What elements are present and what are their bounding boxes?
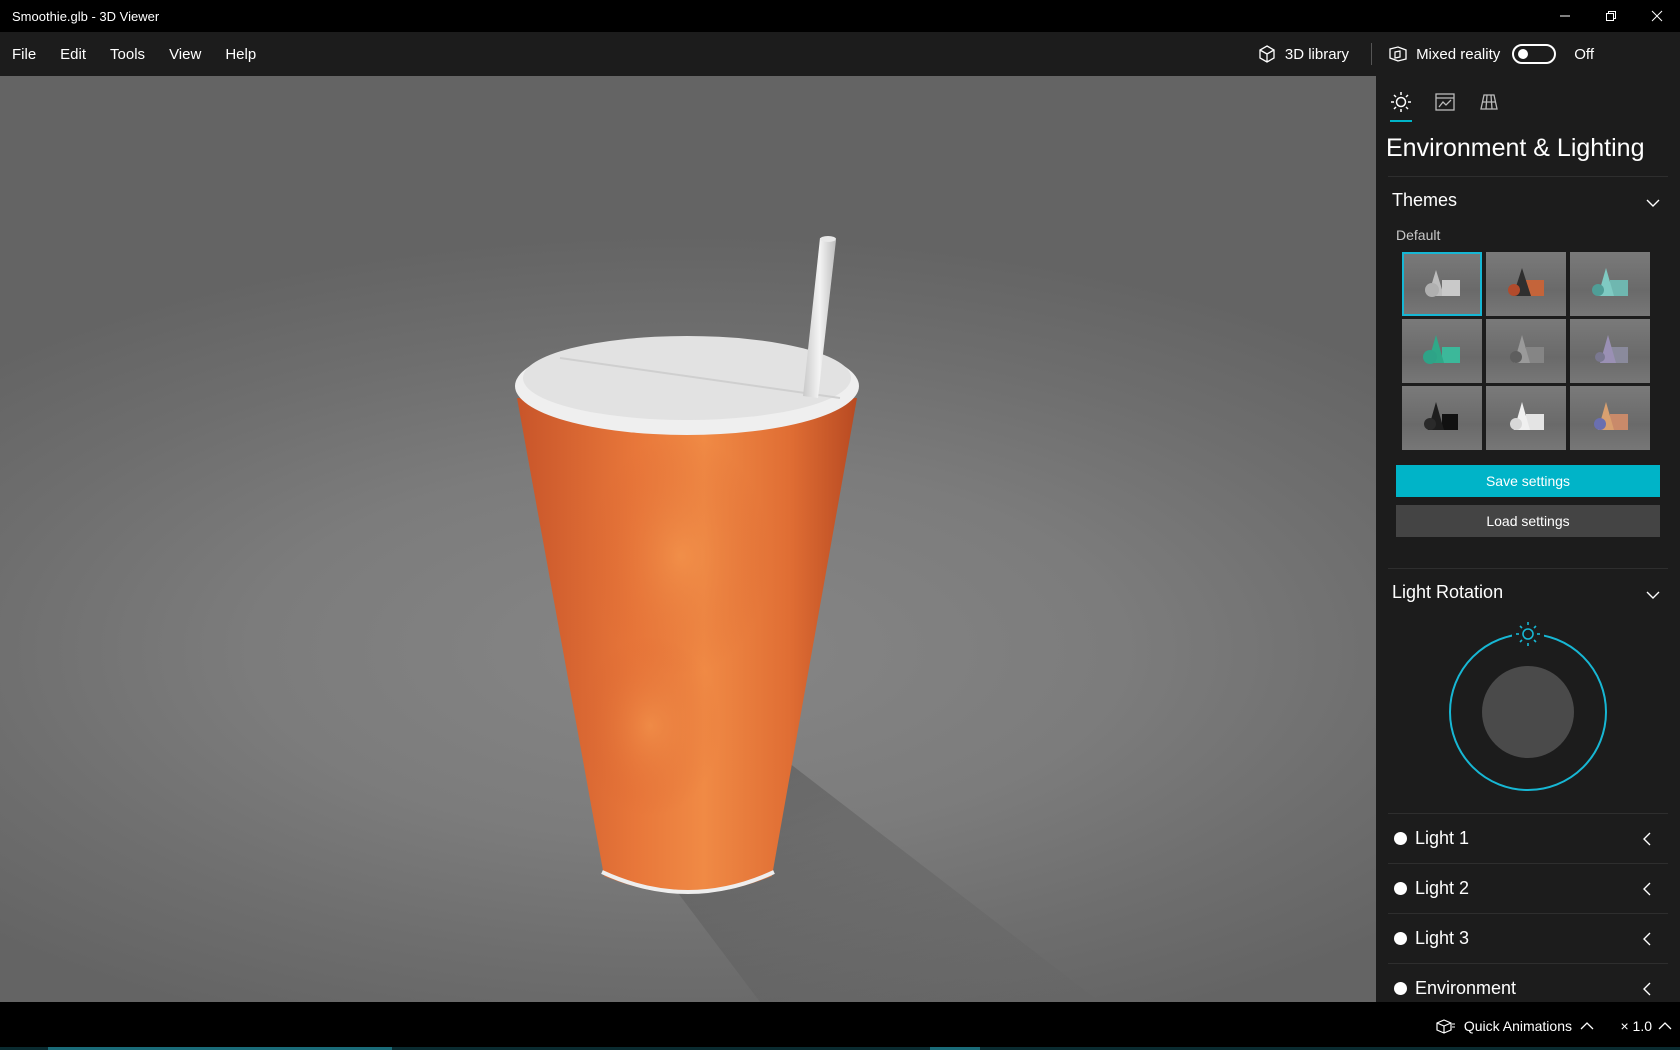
light-color-dot: [1394, 832, 1407, 845]
stats-icon: [1435, 93, 1455, 111]
window-title: Smoothie.glb - 3D Viewer: [12, 8, 160, 24]
straw-top: [820, 236, 836, 242]
close-icon: [1651, 10, 1663, 22]
minimize-icon: [1560, 15, 1570, 17]
app-window: Smoothie.glb - 3D Viewer File Edit Tools…: [0, 0, 1680, 1050]
menu-edit[interactable]: Edit: [48, 32, 98, 76]
environment-color-dot: [1394, 982, 1407, 995]
quick-animations-button[interactable]: Quick Animations: [1436, 1018, 1594, 1034]
theme-preview-icon: [1508, 268, 1544, 296]
light-rotation-dial[interactable]: [1442, 616, 1614, 794]
cup-texture: [590, 436, 770, 676]
chevron-left-icon[interactable]: [1640, 982, 1654, 996]
menu-bar: File Edit Tools View Help 3D library Mix…: [0, 32, 1680, 76]
chevron-left-icon[interactable]: [1640, 882, 1654, 896]
theme-preview-icon: [1425, 270, 1460, 297]
save-settings-button[interactable]: Save settings: [1396, 465, 1660, 497]
environment-panel: Environment & Lighting Themes Default Sa…: [1376, 76, 1680, 1002]
environment-row[interactable]: Environment: [1388, 963, 1668, 1002]
load-settings-button[interactable]: Load settings: [1396, 505, 1660, 537]
toggle-state-label: Off: [1574, 45, 1594, 63]
light-rotation-heading: Light Rotation: [1392, 582, 1504, 602]
restore-button[interactable]: [1588, 0, 1634, 32]
close-button[interactable]: [1634, 0, 1680, 32]
3d-library-label: 3D library: [1284, 45, 1350, 63]
menu-file[interactable]: File: [0, 32, 48, 76]
quick-animations-label: Quick Animations: [1463, 1018, 1572, 1034]
mixed-reality-toggle[interactable]: [1512, 44, 1557, 64]
menu-view[interactable]: View: [157, 32, 213, 76]
chevron-up-icon: [1580, 1022, 1594, 1030]
mixed-reality-icon: [1389, 46, 1407, 62]
panel-divider: [1388, 176, 1668, 177]
menu-tools[interactable]: Tools: [98, 32, 157, 76]
animation-icon: [1436, 1019, 1455, 1034]
themes-default-label: Default: [1396, 227, 1441, 243]
theme-thumbnail-8[interactable]: [1486, 386, 1566, 450]
light-knob[interactable]: [1482, 666, 1574, 758]
light-label: Light 3: [1415, 928, 1470, 948]
tab-lighting[interactable]: [1386, 84, 1416, 122]
toggle-knob: [1518, 49, 1529, 59]
theme-thumbnail-6[interactable]: [1570, 319, 1650, 383]
theme-preview-icon: [1424, 402, 1458, 430]
restore-icon: [1606, 11, 1616, 21]
light-row-1[interactable]: Light 1: [1388, 813, 1668, 863]
viewport-scene: [515, 236, 1100, 1002]
theme-thumbnail-3[interactable]: [1570, 252, 1650, 316]
theme-preview-icon: [1592, 268, 1628, 296]
grid-icon: [1480, 94, 1498, 110]
light-color-dot: [1394, 882, 1407, 895]
theme-thumbnail-5[interactable]: [1486, 319, 1566, 383]
theme-preview-icon: [1510, 335, 1544, 363]
chevron-up-icon: [1658, 1022, 1672, 1030]
theme-preview-icon: [1510, 402, 1544, 430]
animation-speed[interactable]: × 1.0: [1620, 1018, 1672, 1034]
light-color-dot: [1394, 932, 1407, 945]
chevron-left-icon[interactable]: [1640, 932, 1654, 946]
light-label: Light 2: [1415, 878, 1470, 898]
mixed-reality-group: Mixed reality: [1380, 44, 1564, 64]
menu-right-group: 3D library Mixed reality Off: [1243, 32, 1680, 76]
theme-thumbnail-9[interactable]: [1570, 386, 1650, 450]
chevron-down-icon[interactable]: [1646, 588, 1660, 602]
theme-thumbnail-4[interactable]: [1402, 319, 1482, 383]
cup-lid-top: [523, 336, 851, 420]
cube-icon: [1259, 45, 1275, 63]
status-bar: Quick Animations × 1.0: [0, 1002, 1680, 1050]
theme-preview-icon: [1595, 335, 1628, 363]
mixed-reality-label: Mixed reality: [1416, 45, 1501, 63]
theme-thumbnail-1[interactable]: [1402, 252, 1482, 316]
tab-grid[interactable]: [1474, 84, 1504, 120]
panel-title: Environment & Lighting: [1386, 134, 1645, 162]
cup-texture: [580, 636, 720, 816]
theme-thumbnail-2[interactable]: [1486, 252, 1566, 316]
chevron-left-icon[interactable]: [1640, 832, 1654, 846]
panel-divider: [1388, 568, 1668, 569]
light-label: Light 1: [1415, 828, 1470, 848]
speed-label: × 1.0: [1620, 1018, 1652, 1034]
menu-help[interactable]: Help: [213, 32, 268, 76]
title-bar: Smoothie.glb - 3D Viewer: [0, 0, 1680, 32]
tab-stats[interactable]: [1430, 84, 1460, 120]
light-row-3[interactable]: Light 3: [1388, 913, 1668, 963]
themes-heading: Themes: [1392, 190, 1458, 210]
theme-preview-icon: [1594, 402, 1628, 430]
minimize-button[interactable]: [1542, 0, 1588, 32]
theme-thumbnail-7[interactable]: [1402, 386, 1482, 450]
3d-library-button[interactable]: 3D library: [1243, 32, 1363, 76]
3d-viewport[interactable]: [0, 76, 1376, 1002]
sun-icon: [1391, 92, 1411, 112]
menu-separator: [1371, 43, 1373, 65]
panel-tabs: [1386, 84, 1504, 122]
environment-label: Environment: [1415, 978, 1517, 998]
theme-grid: [1402, 252, 1650, 450]
chevron-down-icon[interactable]: [1646, 196, 1660, 210]
theme-preview-icon: [1423, 335, 1460, 364]
light-row-2[interactable]: Light 2: [1388, 863, 1668, 913]
